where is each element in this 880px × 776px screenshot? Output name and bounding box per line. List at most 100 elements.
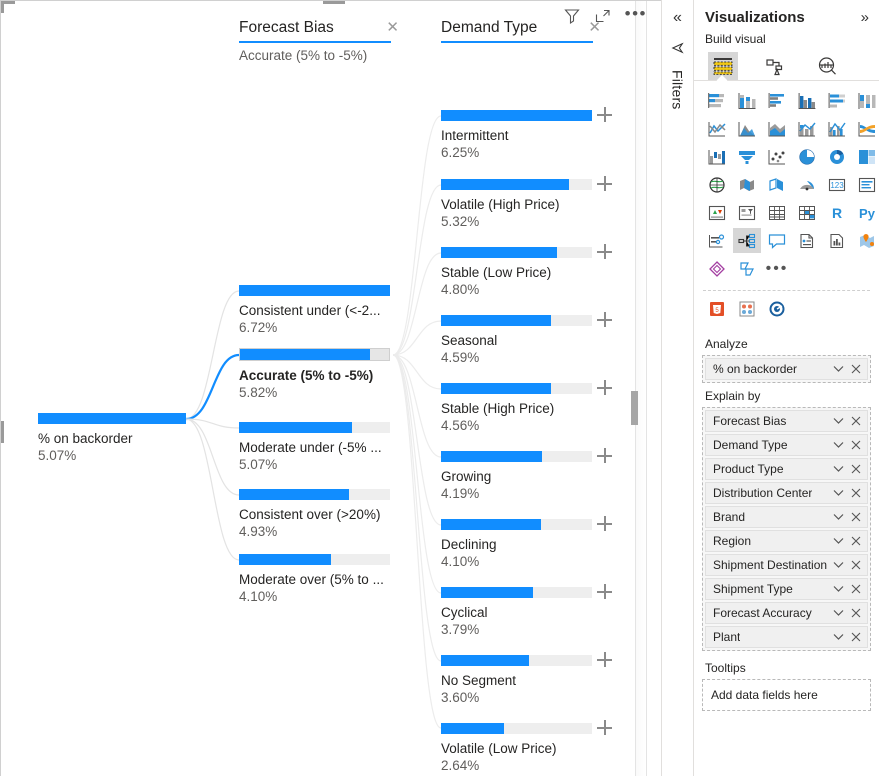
python-visual-icon[interactable]: Py bbox=[853, 200, 880, 225]
field-pill-demand-type[interactable]: Demand Type bbox=[705, 434, 868, 456]
format-visual-tab[interactable] bbox=[760, 52, 790, 80]
clustered-bar-chart-icon[interactable] bbox=[763, 88, 791, 113]
tree-node-level2[interactable]: Stable (High Price) 4.56% bbox=[441, 380, 612, 433]
tree-node-level2[interactable]: Volatile (High Price) 5.32% bbox=[441, 176, 612, 229]
card-icon[interactable] bbox=[853, 172, 880, 197]
expand-node-icon[interactable] bbox=[597, 244, 612, 259]
narrative-icon[interactable] bbox=[793, 228, 821, 253]
arcgis-map-icon[interactable] bbox=[853, 228, 880, 253]
azure-map-icon[interactable] bbox=[793, 172, 821, 197]
line-clustered-column-chart-icon[interactable] bbox=[823, 116, 851, 141]
field-pill-distribution-center[interactable]: Distribution Center bbox=[705, 482, 868, 504]
clustered-column-chart-icon[interactable] bbox=[793, 88, 821, 113]
tree-node-level2[interactable]: No Segment 3.60% bbox=[441, 652, 612, 705]
tree-node-level2[interactable]: Seasonal 4.59% bbox=[441, 312, 612, 365]
close-icon[interactable]: ✕ bbox=[386, 20, 399, 35]
map-icon[interactable] bbox=[703, 172, 731, 197]
line-stacked-column-chart-icon[interactable] bbox=[793, 116, 821, 141]
100-stacked-bar-chart-icon[interactable] bbox=[823, 88, 851, 113]
matrix-icon[interactable] bbox=[793, 200, 821, 225]
expand-node-icon[interactable] bbox=[597, 312, 612, 327]
custom-visual-icon[interactable] bbox=[733, 296, 761, 321]
filter-arrow-icon[interactable] bbox=[669, 40, 686, 57]
pie-chart-icon[interactable] bbox=[793, 144, 821, 169]
tree-node-level1-selected[interactable]: Accurate (5% to -5%) 5.82% bbox=[239, 348, 390, 400]
tooltips-well[interactable]: Add data fields here bbox=[702, 679, 871, 711]
tree-node-level2[interactable]: Stable (Low Price) 4.80% bbox=[441, 244, 612, 297]
waterfall-chart-icon[interactable] bbox=[703, 144, 731, 169]
expand-node-icon[interactable] bbox=[597, 652, 612, 667]
tree-root-node[interactable]: % on backorder 5.07% bbox=[38, 413, 186, 463]
kpi-icon[interactable] bbox=[703, 200, 731, 225]
filters-label[interactable]: Filters bbox=[670, 70, 686, 110]
resize-handle-middle-left[interactable] bbox=[1, 421, 4, 443]
analytics-tab[interactable] bbox=[812, 52, 842, 80]
filled-map-icon[interactable] bbox=[733, 172, 761, 197]
tree-node-level1[interactable]: Consistent over (>20%) 4.93% bbox=[239, 489, 390, 539]
resize-handle-top-left-h[interactable] bbox=[1, 1, 15, 4]
more-visuals-icon[interactable]: ••• bbox=[763, 256, 791, 281]
expand-node-icon[interactable] bbox=[597, 720, 612, 735]
tree-node-level1[interactable]: Moderate over (5% to ... 4.10% bbox=[239, 554, 390, 604]
treemap-icon[interactable] bbox=[853, 144, 880, 169]
canvas-scrollbar[interactable] bbox=[631, 1, 647, 776]
analyze-well[interactable]: % on backorder bbox=[702, 355, 871, 383]
field-pill-shipment-destination[interactable]: Shipment Destination bbox=[705, 554, 868, 576]
tree-node-level2[interactable]: Cyclical 3.79% bbox=[441, 584, 612, 637]
field-pill-region[interactable]: Region bbox=[705, 530, 868, 552]
expand-node-icon[interactable] bbox=[597, 107, 612, 122]
line-chart-icon[interactable] bbox=[703, 116, 731, 141]
field-pill-forecast-accuracy[interactable]: Forecast Accuracy bbox=[705, 602, 868, 624]
field-pill-brand[interactable]: Brand bbox=[705, 506, 868, 528]
stacked-bar-chart-icon[interactable] bbox=[703, 88, 731, 113]
expand-node-icon[interactable] bbox=[597, 516, 612, 531]
column-title[interactable]: Forecast Bias bbox=[239, 19, 334, 40]
shape-map-icon[interactable] bbox=[763, 172, 791, 197]
column-title[interactable]: Demand Type bbox=[441, 19, 537, 40]
focus-mode-icon[interactable] bbox=[594, 7, 612, 25]
r-script-visual-icon[interactable]: R bbox=[823, 200, 851, 225]
funnel-chart-icon[interactable] bbox=[733, 144, 761, 169]
explain-by-well[interactable]: Forecast Bias Demand Type Product Type D… bbox=[702, 407, 871, 651]
filter-icon[interactable] bbox=[563, 7, 581, 25]
ribbon-chart-icon[interactable] bbox=[853, 116, 880, 141]
html-visual-icon[interactable]: 5 bbox=[703, 296, 731, 321]
scatter-chart-icon[interactable] bbox=[763, 144, 791, 169]
key-influencers-icon[interactable] bbox=[703, 228, 731, 253]
table-icon[interactable] bbox=[763, 200, 791, 225]
expand-pane-icon[interactable]: » bbox=[861, 10, 869, 25]
field-pill-plant[interactable]: Plant bbox=[705, 626, 868, 648]
stacked-area-chart-icon[interactable] bbox=[763, 116, 791, 141]
field-pill-forecast-bias[interactable]: Forecast Bias bbox=[705, 410, 868, 432]
tree-node-level1[interactable]: Consistent under (<-2... 6.72% bbox=[239, 285, 390, 335]
tree-node-level1[interactable]: Moderate under (-5% ... 5.07% bbox=[239, 422, 390, 472]
tree-node-level2[interactable]: Declining 4.10% bbox=[441, 516, 612, 569]
paginated-report-icon[interactable] bbox=[823, 228, 851, 253]
expand-node-icon[interactable] bbox=[597, 448, 612, 463]
tree-node-level2[interactable]: Volatile (Low Price) 2.64% bbox=[441, 720, 612, 773]
donut-chart-icon[interactable] bbox=[823, 144, 851, 169]
tree-node-level2[interactable]: Growing 4.19% bbox=[441, 448, 612, 501]
power-apps-icon[interactable] bbox=[703, 256, 731, 281]
slicer-icon[interactable] bbox=[733, 200, 761, 225]
100-stacked-column-chart-icon[interactable] bbox=[853, 88, 880, 113]
power-automate-icon[interactable] bbox=[733, 256, 761, 281]
scrollbar-thumb[interactable] bbox=[631, 391, 638, 425]
expand-node-icon[interactable] bbox=[597, 584, 612, 599]
stacked-column-chart-icon[interactable] bbox=[733, 88, 761, 113]
field-pill-analyze[interactable]: % on backorder bbox=[705, 358, 868, 380]
gauge-icon[interactable]: 123 bbox=[823, 172, 851, 197]
field-pill-shipment-type[interactable]: Shipment Type bbox=[705, 578, 868, 600]
more-options-icon[interactable]: ••• bbox=[625, 5, 647, 22]
collapse-pane-icon[interactable]: « bbox=[673, 10, 682, 26]
qa-visual-icon[interactable] bbox=[763, 228, 791, 253]
tree-node-level2[interactable]: Intermittent 6.25% bbox=[441, 107, 612, 160]
build-visual-tab[interactable] bbox=[708, 52, 738, 80]
resize-handle-top-middle[interactable] bbox=[323, 1, 345, 4]
expand-node-icon[interactable] bbox=[597, 176, 612, 191]
visual-marketplace-icon[interactable] bbox=[763, 296, 791, 321]
area-chart-icon[interactable] bbox=[733, 116, 761, 141]
decomposition-tree-icon[interactable] bbox=[733, 228, 761, 253]
expand-node-icon[interactable] bbox=[597, 380, 612, 395]
field-pill-product-type[interactable]: Product Type bbox=[705, 458, 868, 480]
